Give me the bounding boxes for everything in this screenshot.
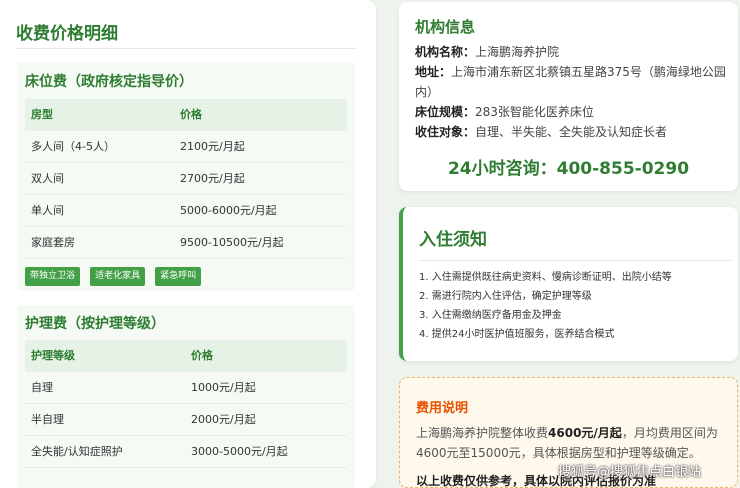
admission-item: 2. 需进行院内入住评估，确定护理等级 bbox=[419, 291, 592, 302]
column-header-price: 价格 bbox=[180, 108, 202, 121]
price-cell: 2000元/月起 bbox=[191, 413, 256, 426]
org-address-label: 地址： bbox=[415, 65, 452, 79]
room-type-cell: 家庭套房 bbox=[31, 236, 75, 249]
nursing-fee-title: 护理费（按护理等级） bbox=[25, 316, 165, 332]
column-header-care-level: 护理等级 bbox=[31, 349, 75, 362]
source-watermark: 搜狐号@搜狐焦点白银站 bbox=[558, 465, 702, 480]
care-level-cell: 自理 bbox=[31, 381, 53, 394]
admission-item: 4. 提供24小时医护值班服务，医养结合模式 bbox=[419, 329, 615, 340]
org-name-value: 上海鹏海养护院 bbox=[475, 45, 560, 59]
bed-fee-table-header: 房型 价格 bbox=[25, 99, 347, 131]
column-header-price: 价格 bbox=[191, 349, 213, 362]
hotline-number[interactable]: 24小时咨询：400-855-0290 bbox=[399, 154, 738, 179]
fee-note-line-1: 上海鹏海养护院整体收费4600元/月起，月均费用区间为 bbox=[416, 423, 726, 443]
table-row: 自理 1000元/月起 bbox=[25, 372, 347, 404]
org-info-title: 机构信息 bbox=[415, 18, 476, 36]
table-row: 家庭套房 9500-10500元/月起 bbox=[25, 227, 347, 259]
fee-note-starting-price: 4600元/月起 bbox=[548, 426, 622, 440]
room-feature-tags: 带独立卫浴 适老化家具 紧急呼叫 bbox=[25, 263, 206, 286]
bed-fee-title: 床位费（政府核定指导价） bbox=[25, 74, 193, 90]
org-name-label: 机构名称： bbox=[415, 45, 476, 59]
admission-item: 1. 入住需提供既往病史资料、慢病诊断证明、出院小结等 bbox=[419, 272, 672, 283]
care-level-cell: 全失能/认知症照护 bbox=[31, 445, 123, 458]
price-detail-panel: 收费价格明细 床位费（政府核定指导价） 房型 价格 多人间（4-5人） 2100… bbox=[0, 0, 376, 488]
table-row: 全失能/认知症照护 3000-5000元/月起 bbox=[25, 436, 347, 468]
room-type-cell: 单人间 bbox=[31, 204, 64, 217]
org-address-value: 上海市浦东新区北蔡镇五星路375号（鹏海绿地公园内） bbox=[415, 65, 726, 99]
admission-item: 3. 入住需缴纳医疗备用金及押金 bbox=[419, 310, 562, 321]
page-title: 收费价格明细 bbox=[16, 24, 118, 44]
org-address-line: 地址：上海市浦东新区北蔡镇五星路375号（鹏海绿地公园内） bbox=[415, 62, 731, 102]
table-row: 半自理 2000元/月起 bbox=[25, 404, 347, 436]
org-scale-line: 床位规模：283张智能化医养床位 bbox=[415, 102, 731, 122]
org-scale-value: 283张智能化医养床位 bbox=[475, 105, 594, 119]
price-cell: 5000-6000元/月起 bbox=[180, 204, 277, 217]
price-cell: 9500-10500元/月起 bbox=[180, 236, 284, 249]
price-cell: 1000元/月起 bbox=[191, 381, 256, 394]
table-row: 双人间 2700元/月起 bbox=[25, 163, 347, 195]
fee-note-title: 费用说明 bbox=[416, 401, 469, 416]
org-target-line: 收住对象：自理、半失能、全失能及认知症长者 bbox=[415, 122, 731, 142]
price-cell: 2700元/月起 bbox=[180, 172, 245, 185]
price-cell: 3000-5000元/月起 bbox=[191, 445, 288, 458]
care-level-cell: 半自理 bbox=[31, 413, 64, 426]
admission-notice-card: 入住须知 1. 入住需提供既往病史资料、慢病诊断证明、出院小结等 2. 需进行院… bbox=[399, 207, 738, 361]
table-row: 多人间（4-5人） 2100元/月起 bbox=[25, 131, 347, 163]
price-cell: 2100元/月起 bbox=[180, 140, 245, 153]
admission-divider bbox=[419, 260, 732, 261]
nursing-fee-table-header: 护理等级 价格 bbox=[25, 340, 347, 372]
org-scale-label: 床位规模： bbox=[415, 105, 476, 119]
room-type-cell: 双人间 bbox=[31, 172, 64, 185]
fee-note-line-2: 4600元至15000元，具体根据房型和护理等级确定。 bbox=[416, 446, 701, 460]
org-name-line: 机构名称：上海鹏海养护院 bbox=[415, 42, 731, 62]
tag-emergency-call: 紧急呼叫 bbox=[155, 267, 202, 286]
tag-elder-friendly-furniture: 适老化家具 bbox=[90, 267, 146, 286]
room-type-cell: 多人间（4-5人） bbox=[31, 140, 115, 153]
bed-fee-section: 床位费（政府核定指导价） 房型 价格 多人间（4-5人） 2100元/月起 双人… bbox=[17, 62, 355, 291]
nursing-fee-section: 护理费（按护理等级） 护理等级 价格 自理 1000元/月起 半自理 2000元… bbox=[17, 305, 355, 488]
org-target-label: 收住对象： bbox=[415, 125, 476, 139]
admission-notice-title: 入住须知 bbox=[419, 230, 487, 250]
tag-private-bathroom: 带独立卫浴 bbox=[25, 267, 81, 286]
org-target-value: 自理、半失能、全失能及认知症长者 bbox=[475, 125, 668, 139]
column-header-room-type: 房型 bbox=[31, 108, 53, 121]
org-info-card: 机构信息 机构名称：上海鹏海养护院 地址：上海市浦东新区北蔡镇五星路375号（鹏… bbox=[399, 2, 738, 191]
table-row: 单人间 5000-6000元/月起 bbox=[25, 195, 347, 227]
fee-note-suffix: ，月均费用区间为 bbox=[621, 426, 718, 440]
fee-note-prefix: 上海鹏海养护院整体收费 bbox=[416, 426, 549, 440]
title-divider bbox=[16, 48, 356, 49]
